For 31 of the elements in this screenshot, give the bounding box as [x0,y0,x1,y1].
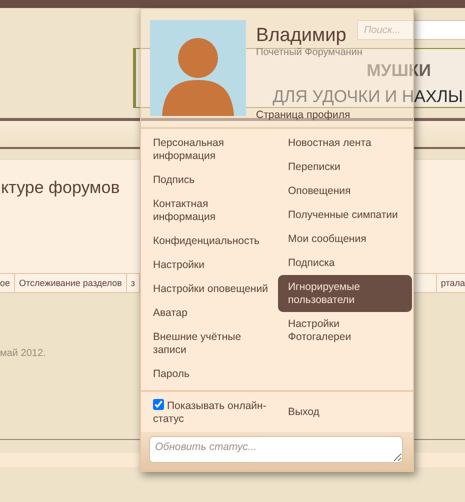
menu-link[interactable]: Оповещения [278,179,412,203]
user-name: Владимир [256,25,348,47]
menu-link[interactable]: Пароль [141,362,278,386]
page-heading: ктуре форумов [1,178,120,198]
menu-link[interactable]: Настройки Фотогалереи [278,312,412,349]
search-field[interactable]: Поиск... [357,20,465,40]
tab[interactable]: Отслеживание разделов [15,274,127,292]
menu-link[interactable]: Конфиденциальность [141,229,278,253]
tab[interactable]: з [126,274,140,292]
menu-link[interactable]: Настройки [141,253,278,277]
menu-link[interactable]: Аватар [141,301,278,325]
checkbox[interactable] [153,399,164,410]
user-title: Почетный Форумчанин [256,47,362,58]
menu-link[interactable]: Настройки оповещений [141,277,278,301]
tab[interactable]: ое [0,274,16,292]
status-field[interactable]: Обновить статус... [149,436,403,463]
menu-link[interactable]: Новостная лента [278,131,412,155]
online-status-checkbox[interactable]: Показывать онлайн-статус [141,399,278,426]
menu-link[interactable]: Полученные симпатии [278,203,412,227]
menu-link[interactable]: Внешние учётные записи [141,325,278,362]
profile-link[interactable]: Страница профиля [256,109,362,121]
menu-link[interactable]: Подпись [141,168,278,192]
logout-link[interactable]: Выход [278,399,320,419]
menu-link[interactable]: Персональная информация [141,131,278,168]
menu-link[interactable]: Переписки [278,155,412,179]
tab[interactable]: ртала [436,274,465,292]
menu-link[interactable]: Подписка [278,251,412,275]
menu-link[interactable]: Контактная информация [141,192,278,229]
date-text: май 2012. [0,348,46,359]
menu-link[interactable]: Игнорируемые пользователи [278,275,412,312]
menu-link[interactable]: Мои сообщения [278,227,412,251]
